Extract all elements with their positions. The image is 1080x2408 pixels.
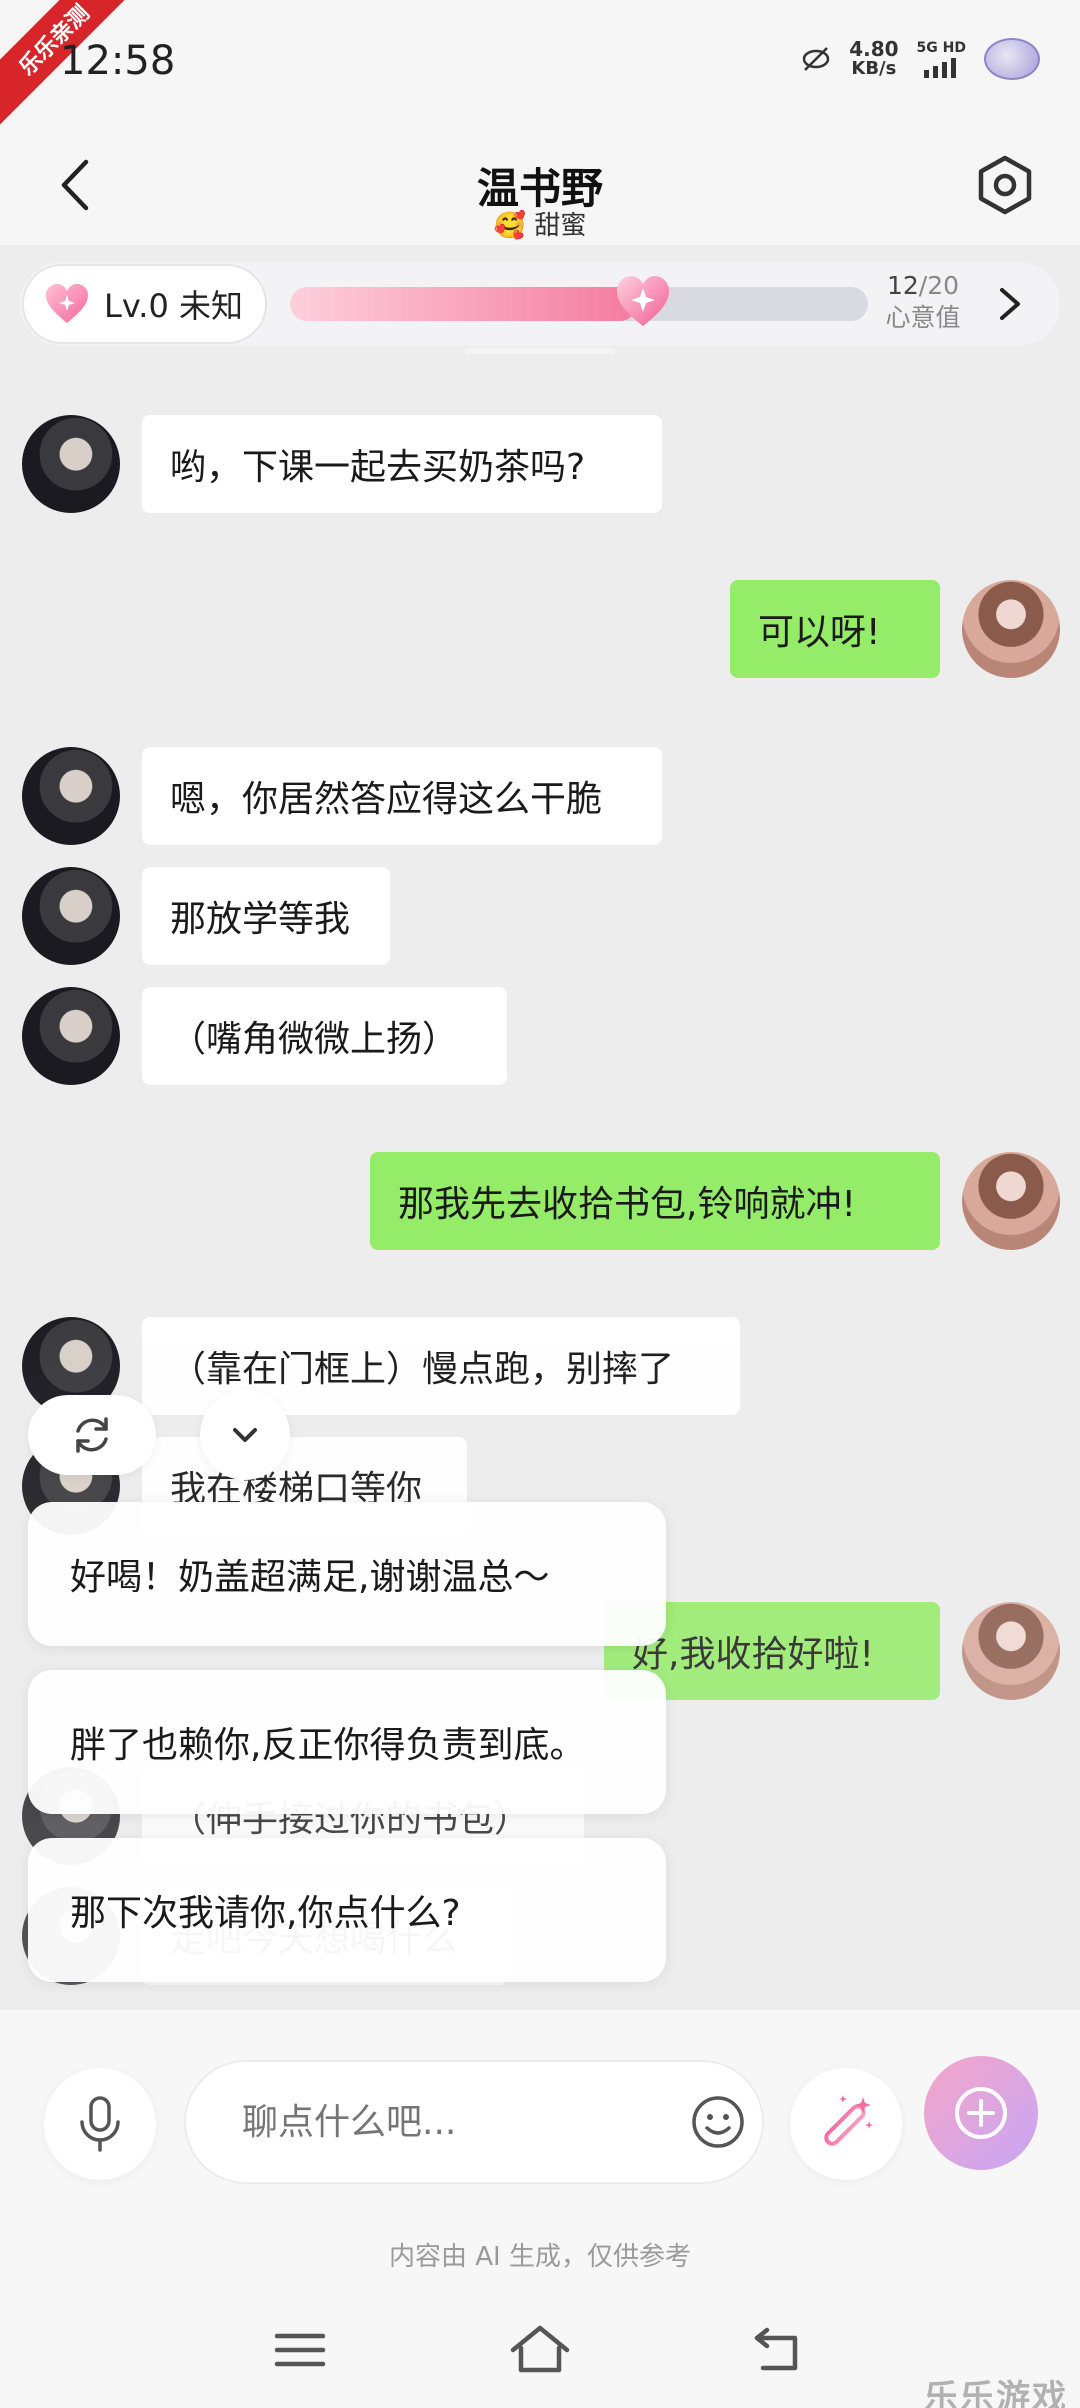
emoji-button[interactable] <box>688 2092 748 2152</box>
user-avatar[interactable] <box>962 1152 1060 1250</box>
settings-button[interactable] <box>970 150 1040 220</box>
status-app-icon <box>984 38 1040 80</box>
back-nav-icon[interactable] <box>745 2320 815 2380</box>
user-message[interactable]: 那我先去收拾书包,铃响就冲! <box>370 1152 940 1250</box>
refresh-suggestions-button[interactable] <box>28 1395 156 1475</box>
network-speed: 4.80 KB/s <box>849 37 899 79</box>
user-message[interactable]: 可以呀! <box>730 580 940 678</box>
ai-disclaimer: 内容由 AI 生成，仅供参考 <box>389 2242 691 2272</box>
collapse-suggestions-button[interactable] <box>200 1390 290 1480</box>
status-bar: 乐乐亲测 12:58 4.80 KB/s 5G HD <box>0 0 1080 130</box>
magic-wand-icon <box>824 2095 873 2146</box>
microphone-icon <box>80 2096 120 2152</box>
voice-input-button[interactable] <box>44 2068 156 2180</box>
affection-level-bar[interactable]: Lv.0 未知 12/20 心意值 <box>20 262 1060 346</box>
character-message[interactable]: （嘴角微微上扬） <box>142 987 507 1085</box>
character-avatar[interactable] <box>22 867 120 965</box>
level-label: Lv.0 未知 <box>104 287 243 325</box>
message-input[interactable] <box>184 2060 764 2184</box>
character-avatar[interactable] <box>22 415 120 513</box>
affection-progress-fill <box>290 287 637 321</box>
menu-icon[interactable] <box>265 2320 335 2380</box>
user-avatar[interactable] <box>962 1602 1060 1700</box>
suggested-reply[interactable]: 好喝！奶盖超满足,谢谢温总～ <box>28 1502 666 1646</box>
chat-header: 温书野 🥰 甜蜜 <box>0 125 1080 245</box>
system-nav-bar <box>0 2290 1080 2408</box>
character-avatar[interactable] <box>22 747 120 845</box>
plus-circle-icon <box>955 2087 1007 2139</box>
status-time: 12:58 <box>60 38 176 84</box>
no-alarm-icon <box>802 47 830 71</box>
chevron-down-icon <box>233 1428 257 1442</box>
signal-indicator: 5G HD <box>917 40 966 78</box>
blush-emoji-icon: 🥰 <box>493 211 527 241</box>
suggested-reply[interactable]: 那下次我请你,你点什么? <box>28 1838 666 1982</box>
affection-count: 12/20 心意值 <box>868 270 978 334</box>
level-detail-button[interactable] <box>990 282 1030 326</box>
ai-assist-button[interactable] <box>790 2068 902 2180</box>
signal-bars-icon <box>924 58 957 78</box>
watermark: 乐乐游戏 <box>924 2378 1068 2408</box>
status-icons: 4.80 KB/s 5G HD <box>801 38 1040 80</box>
relationship-status: 🥰 甜蜜 <box>0 205 1080 242</box>
character-message[interactable]: 哟，下课一起去买奶茶吗? <box>142 415 662 513</box>
character-message[interactable]: 那放学等我 <box>142 867 390 965</box>
chevron-right-icon <box>1000 288 1020 320</box>
hexagon-settings-icon <box>978 155 1032 215</box>
user-avatar[interactable] <box>962 580 1060 678</box>
levelbar-handle <box>465 348 615 354</box>
affection-current: 12 <box>886 271 919 300</box>
smiley-icon <box>692 2096 744 2148</box>
affection-caption: 心意值 <box>885 303 961 332</box>
character-avatar[interactable] <box>22 987 120 1085</box>
affection-total: /20 <box>918 271 960 300</box>
affection-progress-track <box>290 287 868 321</box>
home-icon[interactable] <box>505 2320 575 2380</box>
relationship-label: 甜蜜 <box>534 211 587 241</box>
level-badge[interactable]: Lv.0 未知 <box>22 264 267 344</box>
input-bar: 内容由 AI 生成，仅供参考 乐乐游戏 <box>0 2010 1080 2408</box>
suggested-reply[interactable]: 胖了也赖你,反正你得负责到底。 <box>28 1670 666 1814</box>
refresh-icon <box>76 1417 108 1453</box>
heart-icon <box>46 284 88 323</box>
character-message[interactable]: 嗯，你居然答应得这么干脆 <box>142 747 662 845</box>
progress-heart-icon <box>616 276 669 326</box>
add-action-button[interactable] <box>924 2056 1038 2170</box>
